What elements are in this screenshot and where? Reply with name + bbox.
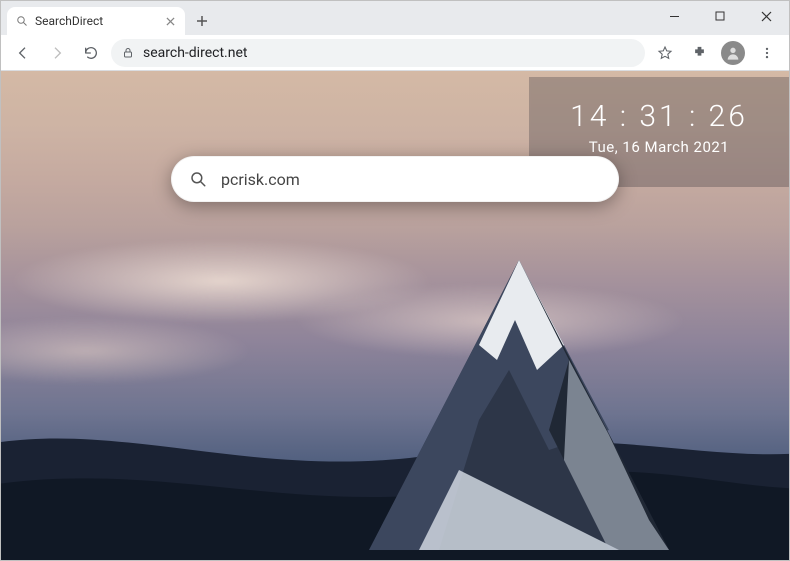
close-icon[interactable] [163,14,177,28]
bookmark-star-icon[interactable] [651,39,679,67]
lock-icon [121,46,135,60]
address-input[interactable] [143,45,635,61]
search-icon [189,170,207,188]
toolbar [1,35,789,71]
browser-tab[interactable]: SearchDirect [7,7,185,35]
browser-window: SearchDirect [0,0,790,561]
page-content: 14 : 31 : 26 Tue, 16 March 2021 [1,71,789,560]
titlebar: SearchDirect [1,1,789,35]
tab-title: SearchDirect [35,14,157,28]
clock-time: 14 : 31 : 26 [529,99,789,134]
back-button[interactable] [9,39,37,67]
search-icon [15,14,29,28]
minimize-button[interactable] [651,1,697,31]
profile-avatar[interactable] [719,39,747,67]
extensions-icon[interactable] [685,39,713,67]
new-tab-button[interactable] [189,8,215,34]
close-button[interactable] [743,1,789,31]
search-input[interactable] [221,170,601,189]
avatar [721,41,745,65]
window-controls [651,1,789,35]
forward-button[interactable] [43,39,71,67]
address-bar[interactable] [111,39,645,67]
reload-button[interactable] [77,39,105,67]
menu-icon[interactable] [753,39,781,67]
maximize-button[interactable] [697,1,743,31]
search-container [171,156,619,202]
clock-date: Tue, 16 March 2021 [529,138,789,156]
mountain [309,250,729,560]
tab-strip: SearchDirect [1,1,215,35]
search-bar[interactable] [171,156,619,202]
